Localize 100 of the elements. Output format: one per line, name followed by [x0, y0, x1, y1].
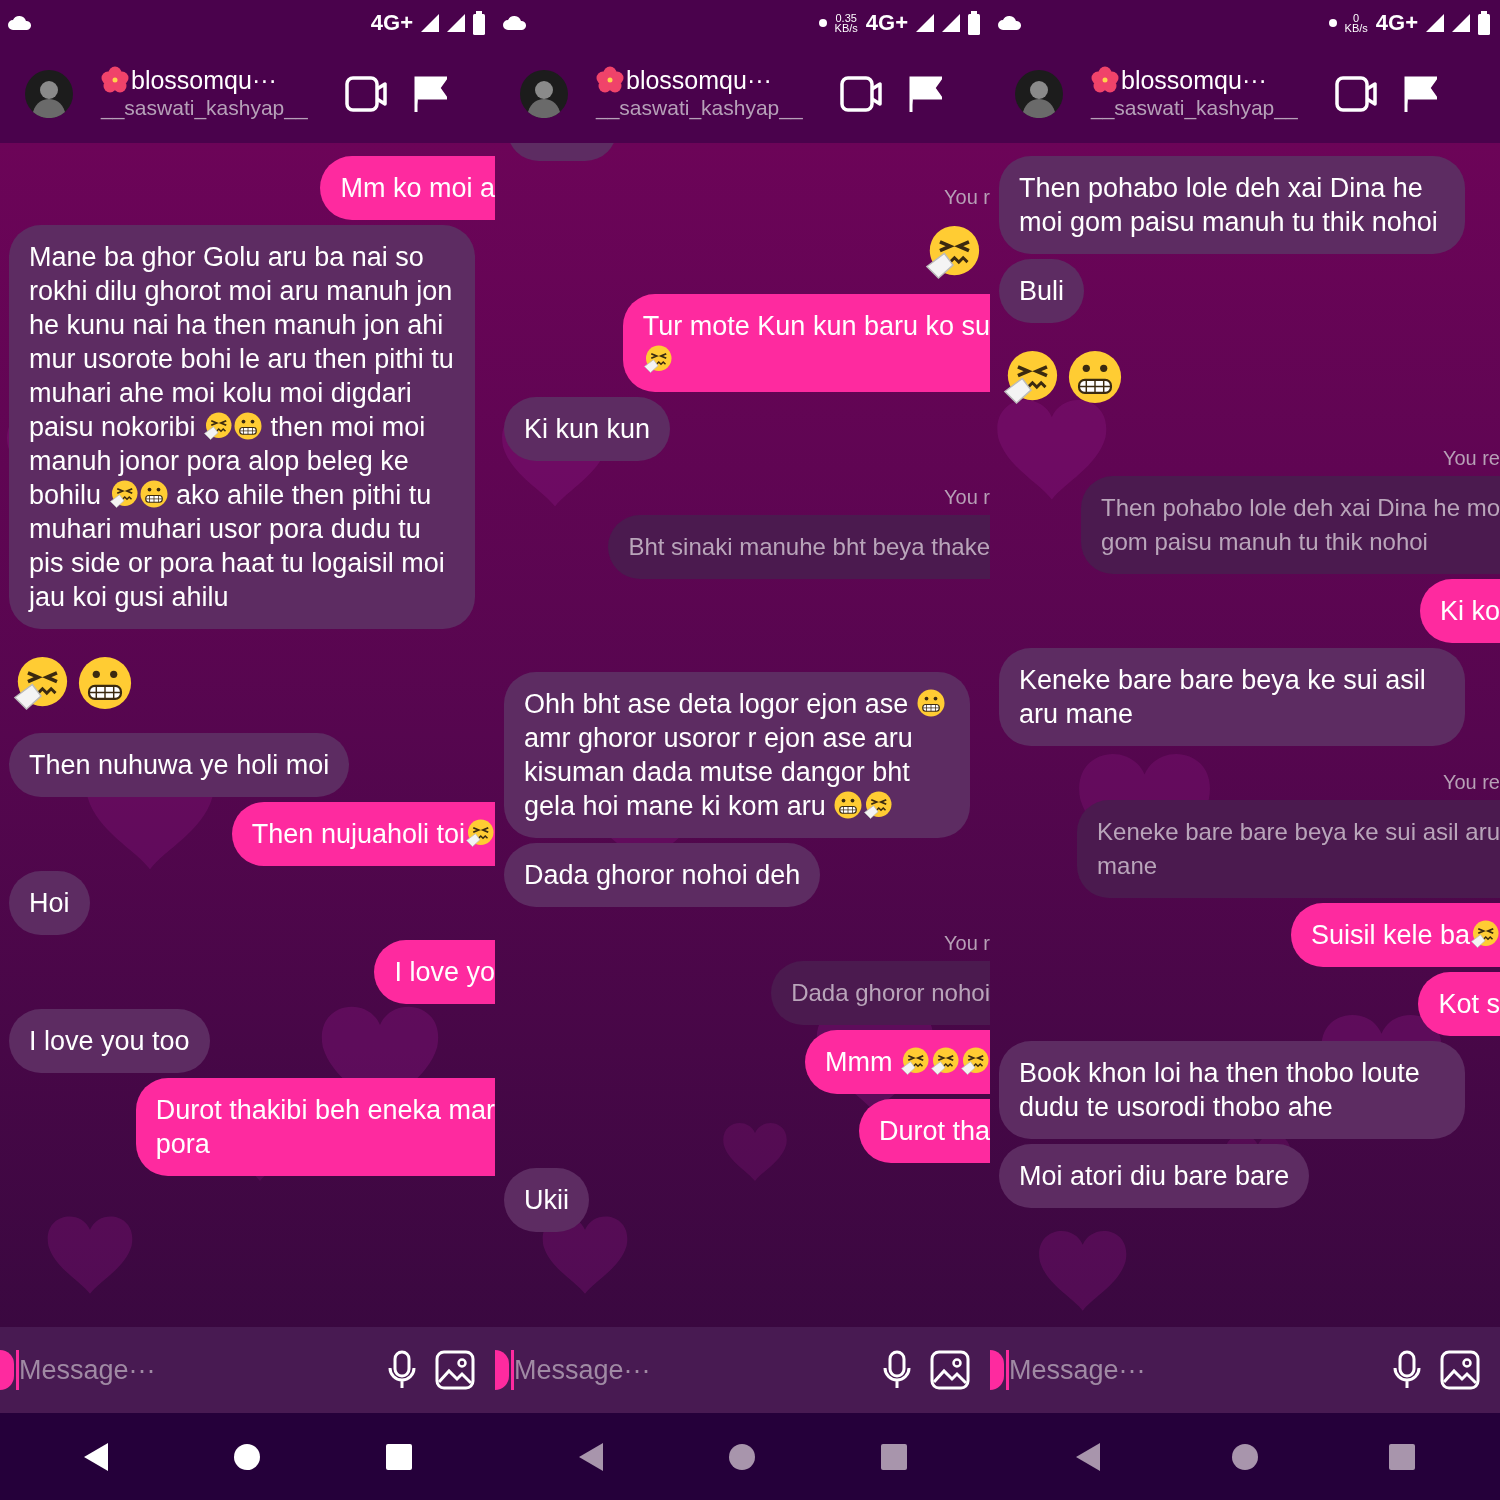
signal-icon	[447, 13, 465, 32]
network-type: 4G+	[865, 9, 908, 37]
cloud-icon	[998, 15, 1022, 30]
avatar[interactable]	[1015, 70, 1063, 118]
battery-icon	[473, 10, 485, 35]
avatar[interactable]	[520, 70, 568, 118]
grimacing-face-icon	[915, 688, 946, 718]
contact-name: blossomqu···	[131, 66, 277, 94]
message-text: Durot thakibi beh eneka mar pora	[155, 1095, 495, 1159]
signal-icon	[916, 13, 934, 32]
recents-icon[interactable]	[1387, 1442, 1416, 1471]
flag-icon[interactable]	[413, 76, 447, 112]
message-text: Dada ghoror nohoi	[791, 979, 990, 1006]
cloud-icon	[8, 15, 32, 30]
sneezing-face-icon	[924, 223, 982, 281]
signal-icon	[1426, 13, 1444, 32]
grimacing-face-icon	[1066, 348, 1124, 406]
network-type: 4G+	[1375, 9, 1418, 37]
video-call-icon[interactable]	[840, 75, 884, 113]
heart-icon	[542, 1216, 628, 1294]
message-text: Tur mote Kun kun baru ko su	[642, 311, 990, 375]
flag-icon[interactable]	[908, 76, 942, 112]
gallery-icon[interactable]	[930, 1350, 970, 1390]
sneezing-face-icon	[900, 1046, 930, 1076]
sneezing-face-icon	[1002, 348, 1060, 406]
camera-button[interactable]	[990, 1350, 1004, 1390]
sneezing-face-icon	[12, 654, 70, 712]
speed-value: 0.35	[834, 12, 858, 23]
microphone-icon[interactable]	[1392, 1350, 1422, 1390]
message-text: Then pohabo lole deh xai Dina he mo gom paisu manuh tu thik nohoi	[1101, 494, 1500, 555]
reply-label: You r	[944, 932, 990, 954]
message-text: Kot s	[1438, 989, 1500, 1019]
signal-icon	[942, 13, 960, 32]
message-text: I love you too	[29, 1026, 190, 1056]
reply-label: You re	[1442, 771, 1500, 793]
camera-button[interactable]	[0, 1350, 14, 1390]
camera-button[interactable]	[495, 1350, 509, 1390]
message-text: Ukii	[524, 1185, 569, 1215]
signal-icon	[421, 13, 439, 32]
flag-icon[interactable]	[1403, 76, 1437, 112]
message-text: Bht sinaki manuhe bht beya thake	[628, 533, 990, 560]
message-text: Then nujuaholi toi	[251, 819, 495, 849]
microphone-icon[interactable]	[387, 1350, 417, 1390]
heart-icon	[47, 1216, 133, 1294]
avatar[interactable]	[25, 70, 73, 118]
sneezing-face-icon	[1470, 919, 1500, 949]
home-icon[interactable]	[233, 1442, 262, 1471]
message-text: Buli	[1019, 276, 1065, 306]
recents-icon[interactable]	[880, 1442, 909, 1471]
gallery-icon[interactable]	[435, 1350, 475, 1390]
contact-name: blossomqu···	[626, 66, 772, 94]
message-text: Suisil kele ba	[1310, 920, 1500, 950]
message-text: Moi atori diu bare bare	[1019, 1161, 1290, 1191]
hibiscus-icon	[596, 66, 624, 94]
sneezing-face-icon	[108, 479, 139, 509]
message-text: Then nuhuwa ye holi moi	[29, 750, 330, 780]
heart-icon	[1039, 1231, 1127, 1311]
grimacing-face-icon	[233, 411, 264, 441]
contact-name: blossomqu···	[1121, 66, 1267, 94]
recents-icon[interactable]	[385, 1442, 414, 1471]
home-icon[interactable]	[728, 1442, 757, 1471]
video-call-icon[interactable]	[1335, 75, 1379, 113]
grimacing-face-icon	[138, 479, 169, 509]
reply-label: You r	[944, 186, 990, 208]
network-type: 4G+	[370, 9, 413, 37]
sneezing-face-icon	[960, 1046, 990, 1076]
hibiscus-icon	[1091, 66, 1119, 94]
battery-icon	[968, 10, 980, 35]
sneezing-face-icon	[465, 818, 495, 848]
message-text: Keneke bare bare beya ke sui asil aru mane	[1019, 665, 1426, 729]
hibiscus-icon	[101, 66, 129, 94]
message-text: Mm ko moi a	[340, 173, 495, 203]
sneezing-face-icon	[930, 1046, 960, 1076]
message-text: Mmm	[825, 1047, 990, 1077]
contact-username: __saswati_kashyap__	[1091, 95, 1299, 122]
message-text: Ohh bht ase deta logor ejon ase amr ghoror usoror r ejon ase aru kisuman dada mutse dangor bht gela hoi mane ki kom aru	[524, 689, 946, 821]
contact-username: __saswati_kashyap__	[596, 95, 804, 122]
message-text: Then pohabo lole deh xai Dina he moi gom paisu manuh tu thik nohoi	[1019, 173, 1438, 237]
message-text: Ki kun kun	[524, 414, 651, 444]
speed-unit: KB/s	[834, 22, 858, 33]
message-text: Mane ba ghor Golu aru ba nai so rokhi dilu ghorot moi aru manuh jon he kunu nai ha then manuh jon ahi mur usorote bohi le aru then pithi tu muhari ahe moi kolu moi digdari paisu nokoribi then moi moi manuh jonor pora alop beleg ke bohilu ako ahile then pithi tu muhari muhari usor pora dudu tu pis side or pora haat tu logaisil moi jau koi gusi ahilu	[29, 242, 454, 612]
message-text: Ki ko	[1439, 596, 1500, 626]
message-text: I love yo	[394, 957, 495, 987]
reply-label: You re	[1442, 447, 1500, 469]
message-text: Book khon loi ha then thobo loute dudu te usorodi thobo ahe	[1019, 1058, 1420, 1122]
home-icon[interactable]	[1231, 1442, 1259, 1471]
sneezing-face-icon	[203, 411, 234, 441]
back-icon[interactable]	[1074, 1441, 1103, 1472]
gallery-icon[interactable]	[1440, 1350, 1480, 1390]
video-call-icon[interactable]	[345, 75, 389, 113]
message-text: Hoi	[29, 888, 70, 918]
heart-icon	[997, 400, 1107, 500]
speed-unit: KB/s	[1344, 22, 1368, 33]
reply-label: You r	[944, 486, 990, 508]
battery-icon	[1478, 10, 1490, 35]
message-text: Durot tha	[878, 1116, 990, 1146]
message-text: Keneke bare bare beya ke sui asil aru mane	[1097, 818, 1500, 879]
sneezing-face-icon	[642, 344, 673, 374]
microphone-icon[interactable]	[882, 1350, 912, 1390]
cloud-icon	[503, 15, 527, 30]
